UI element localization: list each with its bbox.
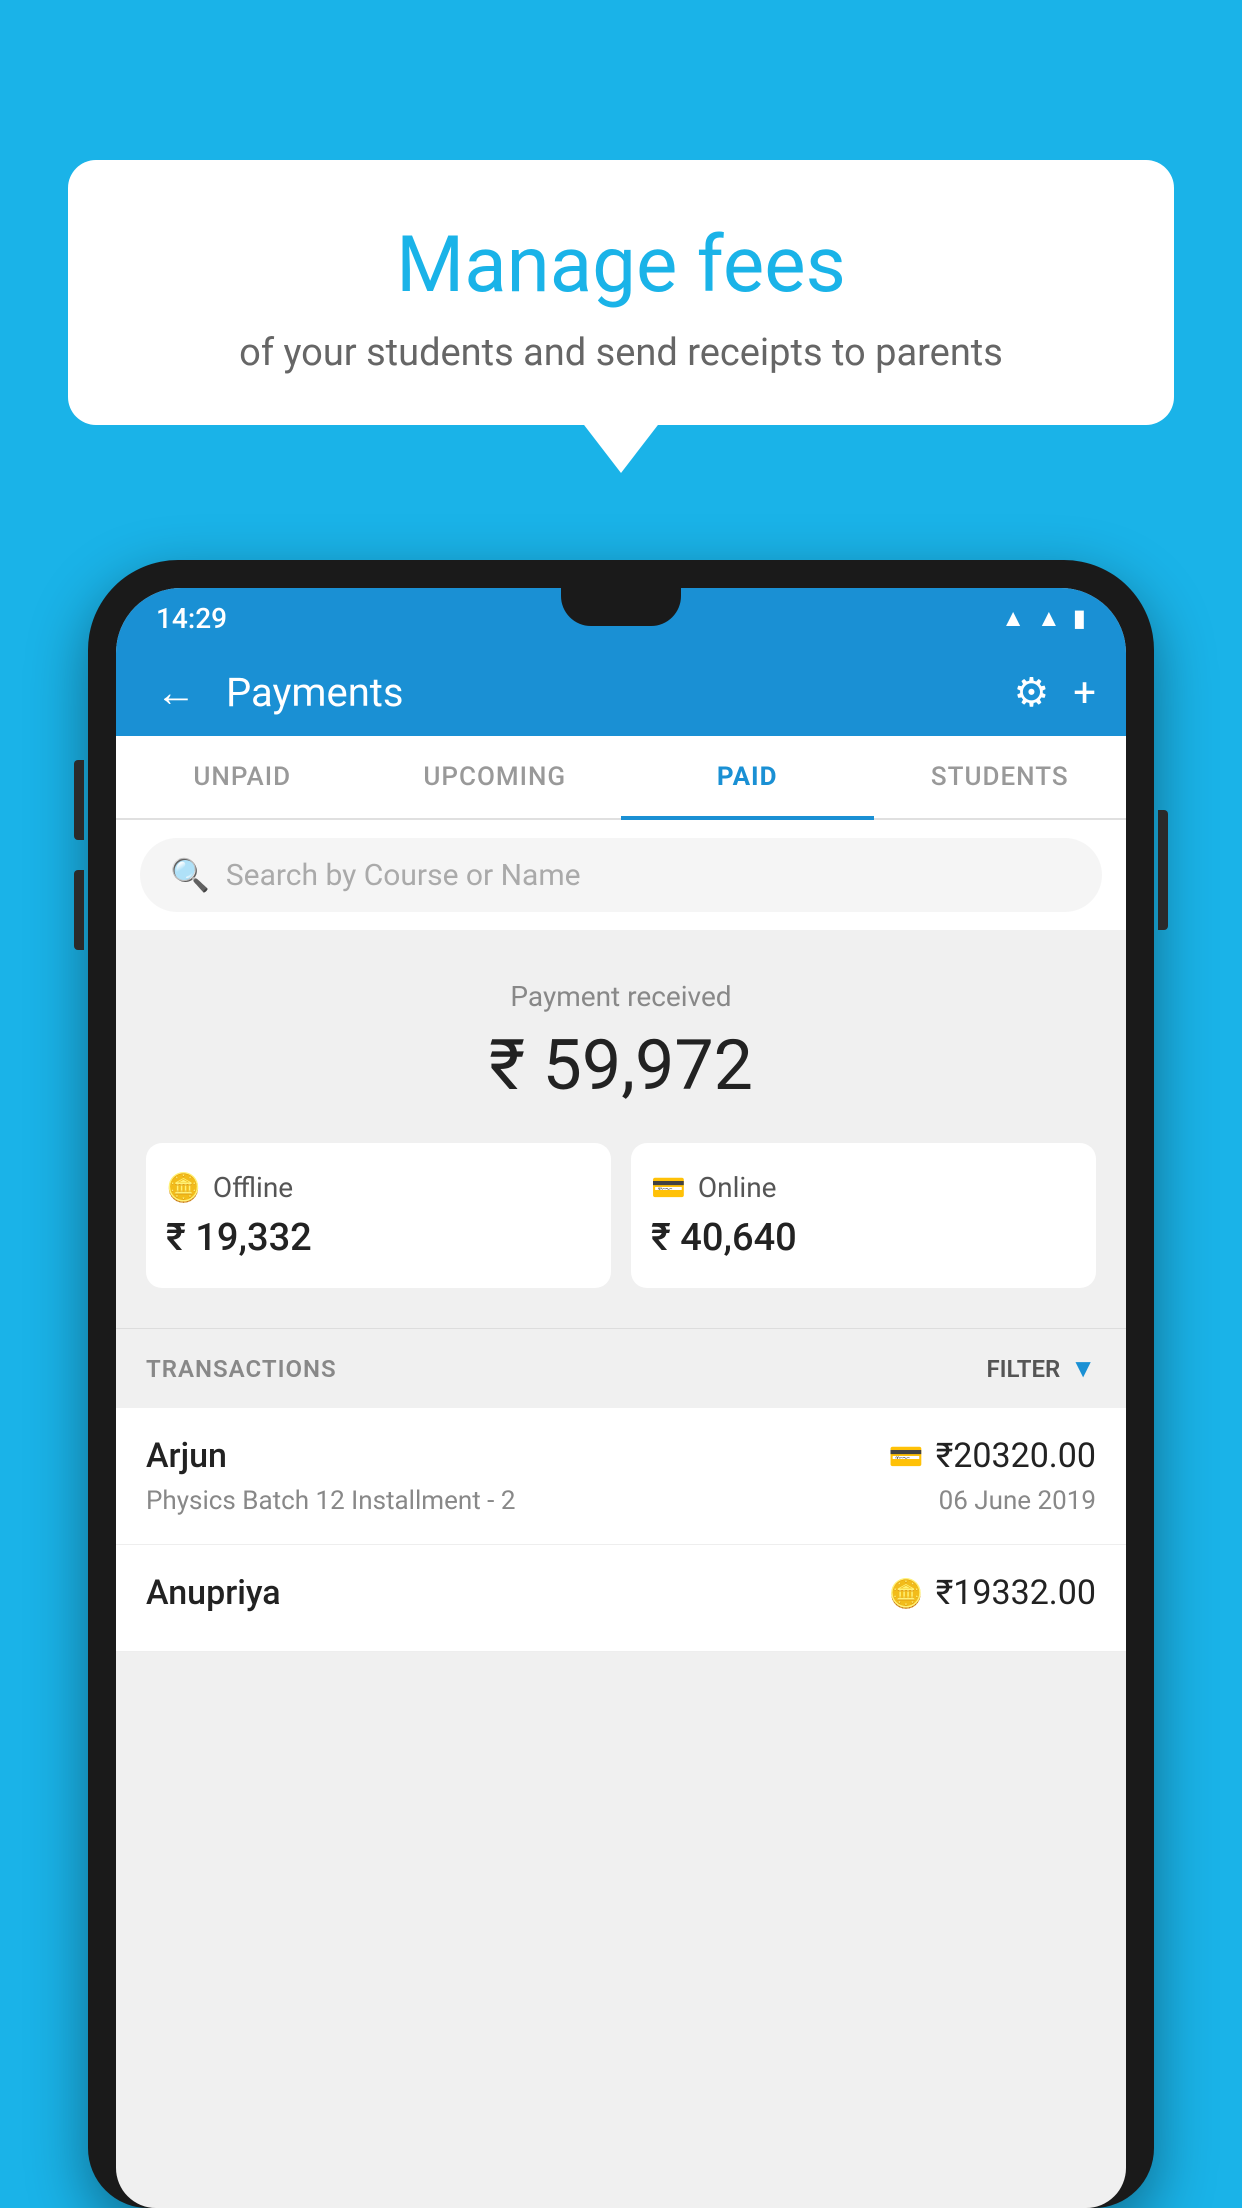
payment-cards: 🪙 Offline ₹ 19,332 💳 Online ₹ 40,640 [146, 1143, 1096, 1288]
search-placeholder-text: Search by Course or Name [226, 858, 581, 893]
power-button [1158, 810, 1168, 930]
online-card-header: 💳 Online [651, 1171, 1076, 1204]
payment-total-amount: ₹ 59,972 [146, 1025, 1096, 1107]
offline-card: 🪙 Offline ₹ 19,332 [146, 1143, 611, 1288]
settings-icon[interactable]: ⚙ [1013, 669, 1049, 716]
volume-up-button [74, 760, 84, 840]
notch [561, 588, 681, 626]
wifi-icon: ▲ [1001, 604, 1025, 633]
card-icon: 💳 [651, 1171, 686, 1204]
search-icon: 🔍 [170, 856, 210, 894]
transaction-amount-wrap: 🪙 ₹19332.00 [889, 1573, 1096, 1613]
transaction-cash-icon: 🪙 [889, 1577, 924, 1610]
transaction-row[interactable]: Anupriya 🪙 ₹19332.00 [116, 1545, 1126, 1652]
transaction-card-icon: 💳 [889, 1440, 924, 1473]
volume-down-button [74, 870, 84, 950]
tab-upcoming[interactable]: UPCOMING [369, 736, 622, 818]
transaction-amount: ₹19332.00 [936, 1573, 1096, 1613]
payment-received-label: Payment received [146, 980, 1096, 1013]
speech-bubble: Manage fees of your students and send re… [68, 160, 1174, 425]
tab-students[interactable]: STUDENTS [874, 736, 1127, 818]
cash-icon: 🪙 [166, 1171, 201, 1204]
status-time: 14:29 [156, 602, 227, 635]
transaction-name: Anupriya [146, 1573, 281, 1613]
offline-card-header: 🪙 Offline [166, 1171, 591, 1204]
tabs-bar: UNPAID UPCOMING PAID STUDENTS [116, 736, 1126, 820]
transaction-amount-wrap: 💳 ₹20320.00 [889, 1436, 1096, 1476]
search-box[interactable]: 🔍 Search by Course or Name [140, 838, 1102, 912]
search-container: 🔍 Search by Course or Name [116, 820, 1126, 930]
online-amount: ₹ 40,640 [651, 1216, 1076, 1260]
filter-button[interactable]: FILTER ▼ [986, 1353, 1096, 1384]
battery-icon: ▮ [1073, 604, 1086, 632]
offline-amount: ₹ 19,332 [166, 1216, 591, 1260]
phone-screen: 14:29 ▲ ▲ ▮ ← Payments ⚙ + UNPAID UPCOMI… [116, 588, 1126, 2208]
payment-received-section: Payment received ₹ 59,972 🪙 Offline ₹ 19… [116, 930, 1126, 1328]
phone-frame: 14:29 ▲ ▲ ▮ ← Payments ⚙ + UNPAID UPCOMI… [88, 560, 1154, 2208]
offline-label: Offline [213, 1171, 293, 1204]
transaction-row-top: Anupriya 🪙 ₹19332.00 [146, 1573, 1096, 1613]
transaction-row-bottom: Physics Batch 12 Installment - 2 06 June… [146, 1486, 1096, 1516]
add-icon[interactable]: + [1073, 669, 1096, 716]
app-bar-actions: ⚙ + [1013, 669, 1096, 716]
filter-icon: ▼ [1070, 1353, 1096, 1384]
online-label: Online [698, 1171, 777, 1204]
transaction-row[interactable]: Arjun 💳 ₹20320.00 Physics Batch 12 Insta… [116, 1408, 1126, 1545]
transaction-description: Physics Batch 12 Installment - 2 [146, 1486, 515, 1516]
bubble-title: Manage fees [118, 220, 1124, 311]
transactions-header: TRANSACTIONS FILTER ▼ [116, 1328, 1126, 1408]
app-bar: ← Payments ⚙ + [116, 648, 1126, 736]
status-icons: ▲ ▲ ▮ [1001, 604, 1086, 633]
transaction-date: 06 June 2019 [939, 1486, 1096, 1516]
transaction-row-top: Arjun 💳 ₹20320.00 [146, 1436, 1096, 1476]
transaction-amount: ₹20320.00 [936, 1436, 1096, 1476]
bubble-subtitle: of your students and send receipts to pa… [118, 331, 1124, 375]
transaction-name: Arjun [146, 1436, 227, 1476]
signal-icon: ▲ [1037, 604, 1061, 633]
online-card: 💳 Online ₹ 40,640 [631, 1143, 1096, 1288]
tab-paid[interactable]: PAID [621, 736, 874, 818]
tab-unpaid[interactable]: UNPAID [116, 736, 369, 818]
back-button[interactable]: ← [146, 669, 206, 716]
app-title: Payments [226, 669, 993, 716]
transactions-label: TRANSACTIONS [146, 1355, 337, 1383]
filter-label: FILTER [986, 1355, 1060, 1383]
